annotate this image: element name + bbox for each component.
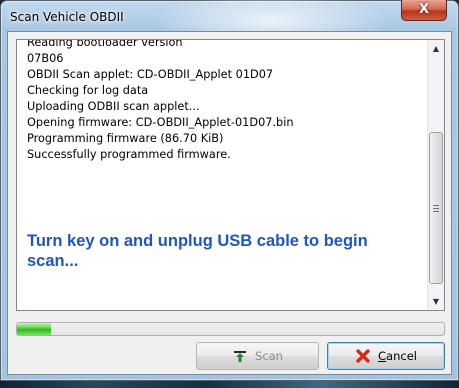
desktop-background [0, 380, 459, 388]
close-icon: X [418, 2, 430, 17]
progress-fill [17, 323, 52, 335]
log-line: Reading bootloader version [27, 40, 183, 49]
progress-bar [16, 322, 445, 336]
scan-button[interactable]: Scan [196, 342, 319, 370]
log-line: Successfully programmed firmware. [27, 148, 231, 161]
cancel-label-rest: ancel [386, 349, 417, 363]
scroll-up-arrow-icon[interactable]: ▲ [428, 40, 444, 57]
close-button[interactable]: X [401, 0, 447, 21]
log-output-box[interactable]: Reading bootloader version 07B06 OBDII S… [16, 39, 445, 311]
log-line: Checking for log data [27, 84, 149, 97]
grip-icon [433, 205, 439, 212]
scroll-thumb[interactable] [429, 132, 443, 284]
red-x-icon [355, 348, 371, 364]
cancel-mnemonic: C [378, 349, 387, 363]
log-line: Opening firmware: CD-OBDII_Applet-01D07.… [27, 116, 294, 129]
cancel-button[interactable]: Cancel [327, 342, 445, 370]
scan-button-label: Scan [255, 349, 283, 363]
log-line: Programming firmware (86.70 KiB) [27, 132, 224, 145]
log-viewport: Reading bootloader version 07B06 OBDII S… [17, 40, 427, 310]
log-line: 07B06 [27, 52, 64, 65]
window-title: Scan Vehicle OBDII [10, 10, 124, 24]
log-line: OBDII Scan applet: CD-OBDII_Applet 01D07 [27, 68, 274, 81]
upload-arrow-icon [232, 348, 248, 364]
cancel-button-label: Cancel [378, 349, 417, 363]
log-line: Uploading ODBII scan applet... [27, 100, 200, 113]
instruction-banner: Turn key on and unplug USB cable to begi… [27, 232, 368, 270]
scroll-down-arrow-icon[interactable]: ▼ [428, 293, 444, 310]
log-lines: Reading bootloader version 07B06 OBDII S… [27, 40, 423, 163]
vertical-scrollbar[interactable]: ▲ ▼ [427, 40, 444, 310]
